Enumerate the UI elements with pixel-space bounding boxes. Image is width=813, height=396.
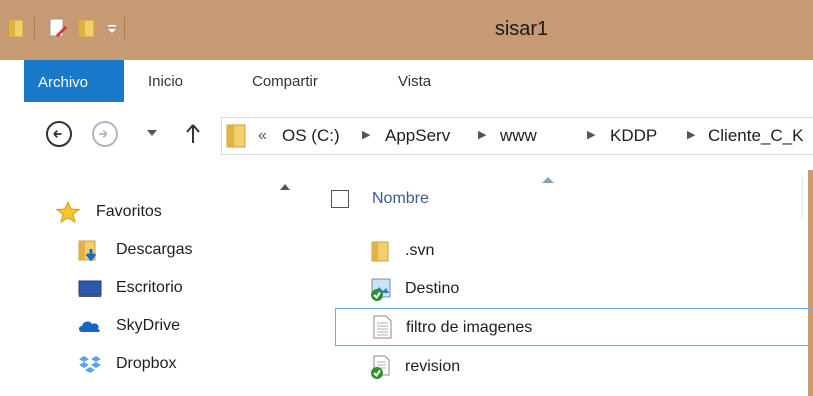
dropbox-icon: [79, 356, 101, 373]
tab-compartir[interactable]: Compartir: [252, 73, 318, 90]
column-header-nombre[interactable]: Nombre: [372, 190, 429, 208]
sidebar-item-label: Descargas: [116, 241, 193, 258]
file-row-filtro-de-imagenes[interactable]: filtro de imagenes: [335, 308, 813, 346]
skydrive-icon: [79, 321, 100, 332]
address-overflow[interactable]: «: [258, 127, 267, 145]
file-row-svn[interactable]: .svn: [335, 236, 813, 266]
tab-archivo[interactable]: Archivo: [24, 60, 124, 102]
file-name: .svn: [405, 242, 435, 259]
back-button[interactable]: [46, 121, 72, 147]
sidebar-item-label: Dropbox: [116, 355, 177, 372]
breadcrumb-cliente[interactable]: Cliente_C_K: [708, 126, 808, 146]
sidebar-item-label: Favoritos: [96, 203, 162, 220]
window-title: sisar1: [494, 18, 549, 40]
breadcrumb-separator-icon[interactable]: ▶: [687, 128, 695, 141]
sidebar-item-descargas[interactable]: Descargas: [78, 237, 278, 263]
breadcrumb-separator-icon[interactable]: ▶: [478, 128, 486, 141]
column-divider[interactable]: [802, 178, 803, 218]
tab-archivo-label: Archivo: [38, 74, 89, 91]
forward-button[interactable]: [92, 121, 118, 147]
breadcrumb-separator-icon[interactable]: ▶: [587, 128, 595, 141]
up-arrow-icon[interactable]: [186, 123, 200, 145]
star-icon: [56, 201, 80, 223]
select-all-checkbox[interactable]: [331, 190, 349, 208]
column-header-row: Nombre: [302, 177, 813, 218]
svn-image-icon: [371, 278, 391, 301]
text-file-icon: [373, 315, 392, 339]
tab-vista[interactable]: Vista: [398, 73, 431, 90]
breadcrumb-appserv[interactable]: AppServ: [385, 126, 450, 146]
file-row-revision[interactable]: revision: [335, 352, 813, 382]
file-row-destino[interactable]: Destino: [335, 274, 813, 304]
sidebar-item-escritorio[interactable]: Escritorio: [78, 275, 278, 301]
recent-locations-chevron-icon[interactable]: [147, 130, 157, 138]
sort-ascending-icon: [542, 177, 554, 183]
desktop-icon: [78, 280, 102, 297]
breadcrumb-separator-icon[interactable]: ▶: [362, 128, 370, 141]
sidebar-item-dropbox[interactable]: Dropbox: [78, 351, 278, 377]
breadcrumb-os-c[interactable]: OS (C:): [282, 126, 340, 146]
file-name: Destino: [405, 280, 460, 297]
breadcrumb-www[interactable]: www: [500, 126, 537, 146]
folder-icon: [371, 241, 389, 262]
file-name: filtro de imagenes: [406, 319, 533, 336]
svn-file-icon: [371, 355, 390, 379]
sidebar-item-skydrive[interactable]: SkyDrive: [78, 313, 278, 339]
title-bar: sisar1: [0, 0, 813, 60]
sidebar-item-label: Escritorio: [116, 279, 183, 296]
sidebar-item-label: SkyDrive: [116, 317, 181, 334]
scroll-up-icon[interactable]: [276, 178, 294, 196]
file-name: revision: [405, 358, 461, 375]
folder-icon: [226, 124, 246, 148]
downloads-folder-icon: [78, 240, 97, 261]
breadcrumb-kddp[interactable]: KDDP: [610, 126, 657, 146]
sidebar-item-favoritos[interactable]: Favoritos: [56, 199, 276, 225]
tab-inicio[interactable]: Inicio: [148, 73, 183, 90]
